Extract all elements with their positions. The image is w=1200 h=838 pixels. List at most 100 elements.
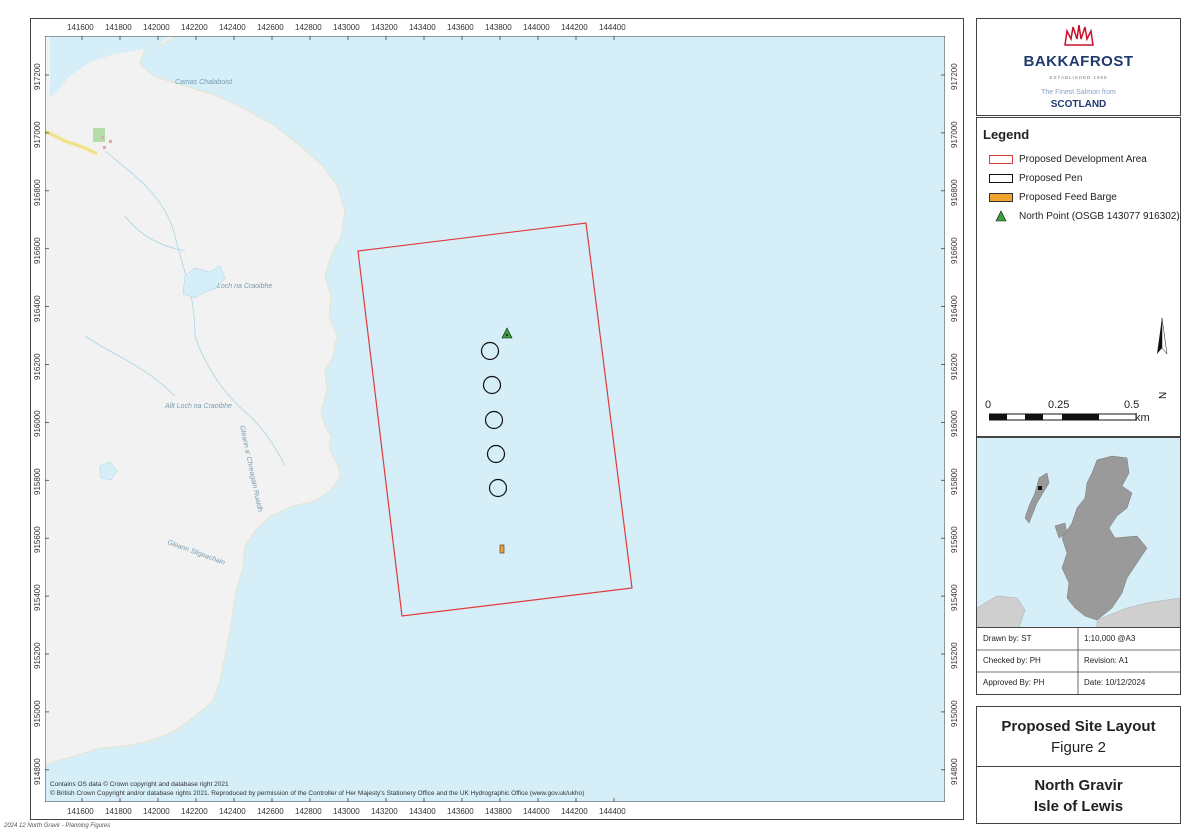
x-tick-label-top: 143400 [409,23,436,32]
scale-bar [989,413,1137,421]
y-tick-label-left: 916400 [33,294,42,322]
x-tick-label-bottom: 143200 [371,807,398,816]
x-tick-label-top: 143200 [371,23,398,32]
x-tick-label-top: 143800 [485,23,512,32]
legend-panel: Legend Proposed Development Area Propose… [976,117,1181,437]
building [101,136,104,139]
x-tick-label-top: 143000 [333,23,360,32]
building [109,140,112,143]
x-tick-label-bottom: 143400 [409,807,436,816]
x-tick-label-top: 144400 [599,23,626,32]
island-name: Isle of Lewis [1033,798,1124,815]
y-tick-label-left: 915800 [33,468,42,496]
settlement-green [93,128,105,142]
approved-by: Approved By: PH [983,678,1045,687]
logo-panel: BAKKAFROST ESTABLISHED 1968 The Finest S… [976,18,1181,116]
y-tick-label-right: 915400 [950,584,959,612]
y-tick-label-right: 916200 [950,352,959,380]
inset-map [977,438,1180,628]
x-tick-label-bottom: 143000 [333,807,360,816]
scale-label-025: 0.25 [1048,399,1070,411]
legend-item-development-area: Proposed Development Area [989,154,1147,165]
legend-title: Legend [983,127,1030,142]
legend-item-pen: Proposed Pen [989,173,1082,184]
x-tick-label-top: 142600 [257,23,284,32]
legend-label: Proposed Development Area [1019,154,1147,165]
north-label: N [1158,392,1169,399]
y-tick-label-right: 916600 [950,236,959,264]
y-tick-label-left: 917000 [33,121,42,148]
y-tick-label-left: 914800 [33,758,42,785]
y-tick-label-left: 916000 [33,410,42,438]
revision: Revision: A1 [1084,656,1129,665]
x-tick-label-bottom: 141800 [105,807,132,816]
info-table: Drawn by: ST 1:10,000 @A3 Checked by: PH… [976,627,1181,695]
place-label-loch: Loch na Craoibhe [217,283,272,290]
logo-country: SCOTLAND [1050,99,1107,110]
y-tick-label-left: 916200 [33,352,42,380]
north-arrow-icon: N [1157,318,1169,399]
x-tick-label-bottom: 141600 [67,807,94,816]
legend-item-feed-barge: Proposed Feed Barge [989,192,1117,203]
y-tick-label-right: 916800 [950,179,959,206]
x-tick-label-bottom: 143600 [447,807,474,816]
north-point-dot [506,334,508,336]
logo-name: BAKKAFROST [1023,53,1134,70]
x-tick-label-bottom: 143800 [485,807,512,816]
y-tick-label-right: 915600 [950,526,959,554]
x-tick-label-bottom: 142600 [257,807,284,816]
scale-ratio: 1:10,000 @A3 [1084,634,1136,643]
y-tick-label-left: 915000 [33,700,42,727]
legend-item-north-point: North Point (OSGB 143077 916302) [989,210,1180,222]
x-tick-label-bottom: 142800 [295,807,322,816]
site-location-marker [1038,486,1042,490]
x-tick-label-top: 141600 [67,23,94,32]
date: Date: 10/12/2024 [1084,678,1146,687]
y-tick-label-left: 915400 [33,584,42,612]
y-tick-label-right: 917000 [950,121,959,148]
y-tick-label-left: 917200 [33,63,42,90]
y-tick-label-left: 915200 [33,642,42,669]
red-outline-rectangle-icon [989,155,1013,164]
place-label-camas: Camas Chalaboist [175,79,233,86]
legend-label: North Point (OSGB 143077 916302) [1019,210,1180,222]
y-tick-label-right: 915800 [950,468,959,496]
figure-title: Proposed Site Layout [1001,718,1156,735]
footer-text: 2024 12 North Gravir - Planning Figures [4,823,111,829]
title-block: Proposed Site Layout Figure 2 North Grav… [976,706,1181,824]
map-canvas[interactable]: Camas Chalaboist Loch na Craoibhe Allt L… [45,36,945,802]
x-tick-label-top: 142400 [219,23,246,32]
scale-label-0: 0 [985,399,992,411]
x-tick-label-top: 141800 [105,23,132,32]
building [103,146,106,149]
figure-number: Figure 2 [1050,739,1107,756]
x-tick-label-top: 142800 [295,23,322,32]
y-tick-label-right: 915000 [950,700,959,727]
x-tick-label-bottom: 142400 [219,807,246,816]
logo-tagline: The Finest Salmon from [1041,89,1116,96]
legend-label: Proposed Pen [1019,173,1083,184]
y-tick-label-right: 915200 [950,642,959,669]
x-tick-label-top: 143600 [447,23,474,32]
y-tick-label-right: 916000 [950,410,959,438]
logo-established: ESTABLISHED 1968 [1049,75,1108,80]
y-tick-label-left: 916800 [33,179,42,206]
x-tick-label-bottom: 144400 [599,807,626,816]
proposed-feed-barge[interactable] [499,544,505,554]
x-tick-label-bottom: 142000 [143,807,170,816]
site-name: North Gravir [1034,777,1123,794]
green-triangle-icon [995,210,1007,222]
x-tick-label-top: 142200 [181,23,208,32]
x-tick-label-top: 142000 [143,23,170,32]
y-tick-label-right: 917200 [950,63,959,90]
drawn-by: Drawn by: ST [983,634,1032,643]
x-tick-label-bottom: 144000 [523,807,550,816]
x-tick-label-top: 144200 [561,23,588,32]
inset-map-panel [976,437,1181,629]
black-outline-rectangle-icon [989,174,1013,183]
y-tick-label-left: 915600 [33,526,42,554]
y-tick-label-left: 916600 [33,236,42,264]
checked-by: Checked by: PH [983,656,1041,665]
x-tick-label-top: 144000 [523,23,550,32]
crown-icon [1064,25,1094,46]
